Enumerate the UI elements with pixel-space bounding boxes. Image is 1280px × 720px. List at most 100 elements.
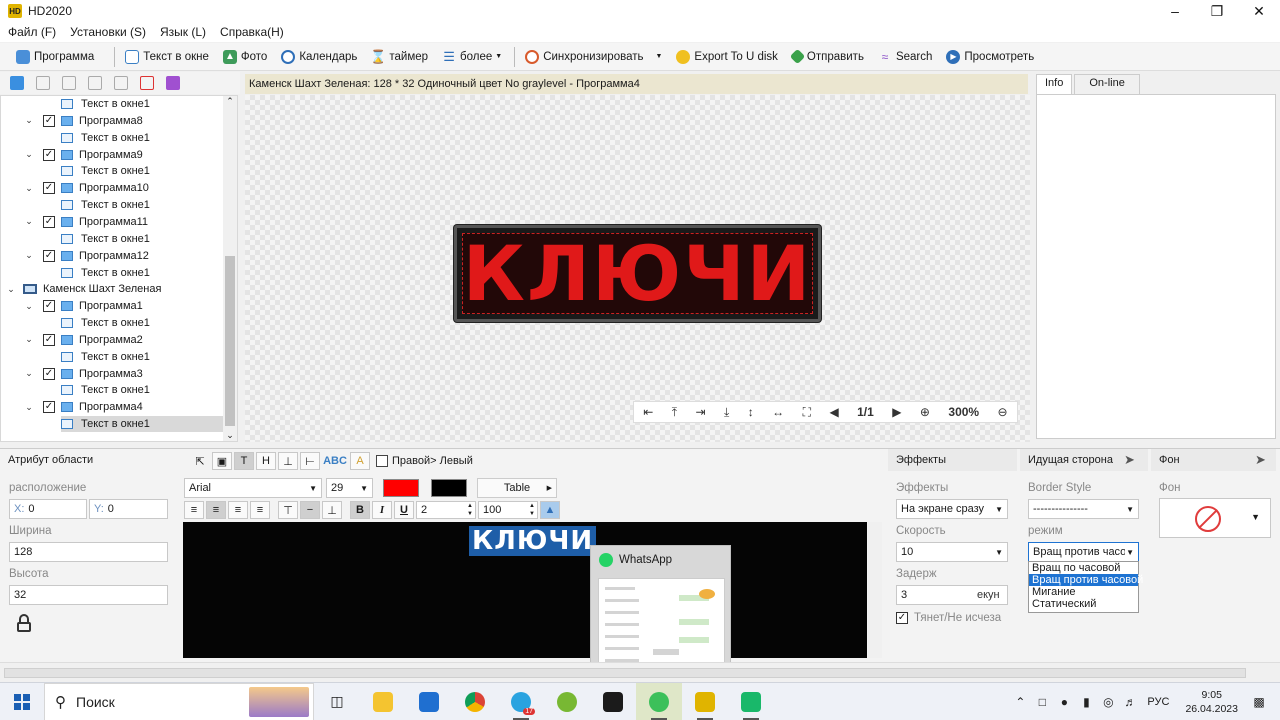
language-indicator[interactable]: РУС: [1147, 696, 1169, 708]
task-view-button[interactable]: ◫: [314, 683, 360, 720]
frame-icon[interactable]: ▣: [212, 452, 232, 470]
tree-item-program[interactable]: ⌄ ✓ Программа10: [23, 180, 149, 196]
editor-selected-text[interactable]: КЛЮЧИ: [469, 526, 597, 556]
tree-item-program[interactable]: ⌄ ✓ Программа3: [23, 366, 143, 382]
t-text-icon[interactable]: ⊥: [278, 452, 298, 470]
timer-button[interactable]: ⌛ таймер: [365, 45, 434, 69]
resize-icon[interactable]: ⇱: [190, 452, 210, 470]
tree-move-down-icon[interactable]: [114, 76, 128, 90]
chevron-down-icon[interactable]: ⌄: [5, 284, 17, 295]
font-size-select[interactable]: 29 ▼: [326, 478, 373, 498]
tree-item-text-window[interactable]: Текст в окне1: [61, 197, 223, 213]
hd2020-app[interactable]: [682, 683, 728, 720]
tree-item-text-window[interactable]: Текст в окне1: [61, 382, 223, 398]
tree-copy-icon[interactable]: [62, 76, 76, 90]
menu-file[interactable]: Файл (F): [8, 25, 56, 39]
align-left-text-icon[interactable]: ≡: [184, 501, 204, 519]
tree-item-program[interactable]: ⌄ ✓ Программа12: [23, 248, 149, 264]
stretch-horizontal-icon[interactable]: ↔: [772, 405, 784, 419]
chevron-down-icon[interactable]: ⌄: [23, 301, 35, 312]
tree-item-program[interactable]: ⌄ ✓ Программа9: [23, 147, 143, 163]
clock[interactable]: 9:05 26.04.2023: [1185, 688, 1238, 716]
tree-move-up-icon[interactable]: [88, 76, 102, 90]
mode-option-static[interactable]: Статический: [1029, 598, 1138, 610]
abc-color-icon[interactable]: ABC: [322, 452, 348, 470]
microphone-icon[interactable]: ●: [1057, 695, 1071, 709]
image-icon[interactable]: ▲: [540, 501, 560, 519]
more-button[interactable]: ☰ более ▼: [436, 45, 508, 69]
telegram-app[interactable]: 17: [498, 683, 544, 720]
horizontal-scrollbar[interactable]: [4, 668, 1246, 678]
tree-check-icon[interactable]: [166, 76, 180, 90]
tree-item-text-window[interactable]: Текст в окне1: [61, 96, 223, 112]
program-checkbox[interactable]: ✓: [43, 300, 55, 313]
tree-item-program[interactable]: ⌄ ✓ Программа8: [23, 113, 143, 129]
bg-color-swatch[interactable]: [431, 479, 467, 497]
battery-icon[interactable]: ▮: [1079, 695, 1093, 709]
spacing-spin-icon[interactable]: ▲ ▼: [467, 502, 473, 518]
mode-option-counterclockwise[interactable]: Вращ против часовой: [1029, 574, 1143, 586]
dots-app[interactable]: [590, 683, 636, 720]
right-left-checkbox[interactable]: [376, 455, 388, 467]
green-app[interactable]: [728, 683, 774, 720]
delay-field[interactable]: 3 екун: [896, 585, 1008, 605]
close-button[interactable]: ✕: [1238, 0, 1280, 22]
rocket-icon[interactable]: ➤: [1124, 452, 1135, 468]
tree-item-text-window[interactable]: Текст в окне1: [61, 416, 223, 433]
drag-checkbox[interactable]: ✓: [896, 612, 908, 624]
stretch-vertical-icon[interactable]: ↕: [748, 405, 754, 419]
h-text-icon[interactable]: H: [256, 452, 276, 470]
valign-middle-icon[interactable]: −: [300, 501, 320, 519]
program-checkbox[interactable]: ✓: [43, 401, 55, 414]
y-field[interactable]: Y: 0: [89, 499, 168, 519]
chevron-down-icon[interactable]: ⌄: [23, 368, 35, 379]
spacing-stepper[interactable]: 2 ▲ ▼: [416, 501, 476, 519]
mode-select[interactable]: Вращ против часов ▼: [1028, 542, 1139, 562]
align-top-icon[interactable]: ⤒: [672, 405, 677, 420]
tree-item-text-window[interactable]: Текст в окне1: [61, 315, 223, 331]
minimize-button[interactable]: –: [1154, 0, 1196, 22]
tab-online[interactable]: On-line: [1074, 74, 1140, 94]
tree-scrollbar[interactable]: ⌃ ⌄: [223, 96, 237, 441]
program-checkbox[interactable]: ✓: [43, 148, 55, 161]
chrome-app[interactable]: [452, 683, 498, 720]
speaker-icon[interactable]: ♬: [1123, 695, 1137, 709]
height-field[interactable]: 32: [9, 585, 168, 605]
taskbar-search[interactable]: ⚲ Поиск: [44, 682, 314, 720]
justify-text-icon[interactable]: ≡: [250, 501, 270, 519]
whatsapp-preview-popup[interactable]: WhatsApp: [590, 545, 731, 677]
bold-button[interactable]: B: [350, 501, 370, 519]
store-app[interactable]: [406, 683, 452, 720]
background-select[interactable]: ▼: [1159, 498, 1271, 538]
drag-option[interactable]: ✓ Тянет/Не исчеза: [896, 612, 1012, 624]
scroll-up-icon[interactable]: ⌃: [223, 96, 237, 107]
left-border-icon[interactable]: ⊢: [300, 452, 320, 470]
whatsapp-app[interactable]: [636, 682, 682, 720]
align-right-icon[interactable]: ⇥: [695, 405, 705, 419]
utorrent-app[interactable]: [544, 683, 590, 720]
align-right-text-icon[interactable]: ≡: [228, 501, 248, 519]
chevron-down-icon[interactable]: ⌄: [23, 183, 35, 194]
explorer-app[interactable]: [360, 683, 406, 720]
tree-item-text-window[interactable]: Текст в окне1: [61, 349, 223, 365]
sync-dropdown-icon[interactable]: ▼: [655, 53, 662, 60]
maximize-button[interactable]: ❐: [1196, 0, 1238, 22]
start-button[interactable]: [0, 683, 44, 720]
prev-page-icon[interactable]: ◀: [829, 405, 838, 419]
sync-button[interactable]: Синхронизировать ▼: [519, 45, 668, 69]
tree-item-program[interactable]: ⌄ ✓ Программа2: [23, 332, 143, 348]
x-field[interactable]: X: 0: [9, 499, 87, 519]
tree-add-icon[interactable]: [10, 76, 24, 90]
lock-icon[interactable]: [17, 614, 32, 634]
scroll-down-icon[interactable]: ⌄: [223, 430, 237, 441]
speed-select[interactable]: 10 ▼: [896, 542, 1008, 562]
zoom-out-icon[interactable]: ⊖: [998, 405, 1008, 419]
tree-item-program[interactable]: ⌄ ✓ Программа11: [23, 214, 148, 230]
tree-item-program[interactable]: ⌄ ✓ Программа4: [23, 399, 143, 415]
align-left-icon[interactable]: ⇤: [643, 405, 653, 419]
editor-scrollbar[interactable]: [868, 522, 882, 658]
tree-item-program[interactable]: ⌄ ✓ Программа1: [23, 298, 143, 314]
mode-option-clockwise[interactable]: Вращ по часовой: [1029, 562, 1138, 574]
tree-item-screen[interactable]: ⌄ Каменск Шахт Зеленая: [5, 281, 161, 297]
led-display[interactable]: КЛЮЧИ: [454, 225, 821, 322]
